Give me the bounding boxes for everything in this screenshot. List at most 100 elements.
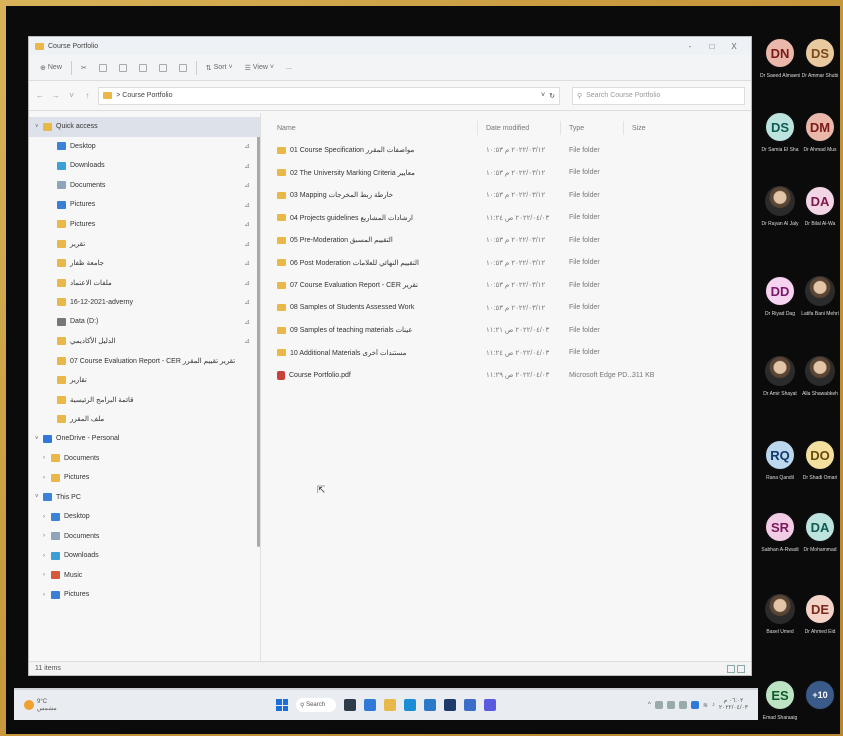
tray-icon[interactable] — [654, 701, 663, 709]
participant-tile[interactable]: DS Dr Ammar Shubi — [800, 38, 840, 79]
nav-item[interactable]: 16-12-2021-adverny ⊿ — [29, 293, 260, 313]
column-type[interactable]: Type — [569, 125, 623, 132]
widgets-icon[interactable] — [364, 699, 376, 711]
tray-icon[interactable] — [666, 701, 675, 709]
share-button[interactable] — [156, 62, 170, 74]
participant-tile[interactable]: DA Dr Bilal Al-Wa — [800, 186, 840, 227]
start-windows-icon[interactable] — [276, 699, 288, 711]
forward-arrow-icon[interactable]: → — [51, 91, 61, 100]
participant-tile[interactable]: SR Sabhan A-Rwadi — [760, 512, 800, 553]
nav-quick-access[interactable]: ˅ Quick access — [29, 117, 260, 137]
participant-tile[interactable]: DA Dr Mohammad — [800, 512, 840, 553]
column-date[interactable]: Date modified — [486, 125, 560, 132]
outlook-icon[interactable] — [464, 699, 476, 711]
taskbar-search[interactable]: ⚲ Search — [296, 698, 336, 712]
file-row[interactable]: 05 Pre-Moderation التقييم المسبق ٢٠٢٢/٠٣/… — [277, 229, 751, 252]
teams-icon[interactable] — [484, 699, 496, 711]
search-box[interactable]: ⚲ Search Course Portfolio — [571, 86, 745, 105]
file-row[interactable]: 03 Mapping خارطة ربط المخرجات ٢٠٢٢/٠٣/١٢ … — [277, 184, 751, 207]
close-button[interactable]: X — [723, 42, 745, 51]
participant-tile[interactable]: DD Dr Riyad Dag — [760, 276, 800, 317]
participant-tile[interactable]: Basel Umed — [760, 594, 800, 635]
weather-widget[interactable]: 9°C مشمس — [24, 699, 276, 712]
nav-item[interactable]: › Desktop — [29, 507, 260, 527]
copy-button[interactable] — [96, 62, 110, 74]
participant-tile[interactable]: Dr Amir Shayat — [760, 356, 800, 397]
delete-button[interactable] — [176, 62, 190, 74]
clock-time[interactable]: ٠٦:٠٢ م — [723, 698, 743, 704]
chevron-down-icon[interactable]: ˅ — [541, 92, 545, 99]
nav-item[interactable]: تقرير ⊿ — [29, 234, 260, 254]
participant-tile[interactable]: +10 — [800, 680, 840, 715]
minimize-button[interactable]: - — [679, 42, 701, 51]
participant-tile[interactable]: DM Dr Ahmad Mus — [800, 112, 840, 153]
participant-tile[interactable]: Dr Rayan Al Jaly — [760, 186, 800, 227]
file-row[interactable]: 08 Samples of Students Assessed Work ٢٠٢٢… — [277, 297, 751, 320]
tiles-view-icon[interactable] — [737, 664, 745, 673]
sort-button[interactable]: ⇅ Sort ˅ — [203, 62, 236, 74]
task-view-icon[interactable] — [344, 699, 356, 711]
nav-item[interactable]: › Music — [29, 566, 260, 586]
nav-onedrive[interactable]: ˅ OneDrive - Personal — [29, 429, 260, 449]
nav-item[interactable]: ملف المقرر — [29, 410, 260, 430]
file-row[interactable]: 02 The University Marking Criteria معايي… — [277, 162, 751, 185]
wifi-icon[interactable]: ≋ — [703, 702, 708, 709]
view-button[interactable]: ☰ View ˅ — [242, 62, 277, 74]
address-bar[interactable]: > Course Portfolio ˅ ↻ — [98, 86, 560, 105]
nav-item[interactable]: تقارير — [29, 371, 260, 391]
store-icon[interactable] — [444, 699, 456, 711]
nav-item[interactable]: › Documents — [29, 449, 260, 469]
file-row[interactable]: 01 Course Specification مواصفات المقرر ٢٠… — [277, 139, 751, 162]
nav-item[interactable]: جامعة ظفار ⊿ — [29, 254, 260, 274]
nav-item[interactable]: Documents ⊿ — [29, 176, 260, 196]
nav-item[interactable]: Downloads ⊿ — [29, 156, 260, 176]
cut-button[interactable]: ✂ — [78, 62, 90, 74]
refresh-icon[interactable]: ↻ — [549, 92, 555, 100]
nav-item[interactable]: ملفات الاعتماد ⊿ — [29, 273, 260, 293]
file-row[interactable]: 09 Samples of teaching materials عينات ٢٠… — [277, 319, 751, 342]
chevron-down-icon[interactable]: ˅ — [67, 91, 77, 100]
participant-tile[interactable]: DN Dr Saeed Almaeni — [760, 38, 800, 79]
details-view-icon[interactable] — [727, 664, 735, 673]
file-row[interactable]: 07 Course Evaluation Report - CER تقرير ٢… — [277, 274, 751, 297]
participant-tile[interactable]: DS Dr Samia El Sha — [760, 112, 800, 153]
tray-icon[interactable] — [678, 701, 687, 709]
more-button[interactable]: ... — [283, 62, 295, 73]
nav-item[interactable]: قائمة البرامج الرئيسية — [29, 390, 260, 410]
view-toggle[interactable] — [727, 664, 745, 673]
rename-button[interactable] — [136, 62, 150, 74]
nav-item[interactable]: Pictures ⊿ — [29, 215, 260, 235]
file-row[interactable]: 06 Post Moderation التقييم النهائي للعلا… — [277, 252, 751, 275]
navigation-pane[interactable]: ˅ Quick access Desktop ⊿ Downloads ⊿ Documents… — [29, 113, 261, 661]
up-arrow-icon[interactable]: ↑ — [82, 91, 92, 100]
file-row[interactable]: 04 Projects guidelines ارشادات المشاريع ٢… — [277, 207, 751, 230]
participant-tile[interactable]: DO Dr Shadi Omari — [800, 440, 840, 481]
file-row[interactable]: 10 Additional Materials مستندات أخرى ٢٠٢٢… — [277, 342, 751, 365]
participant-tile[interactable]: Latifa Bani Mehri — [800, 276, 840, 317]
edge-icon[interactable] — [404, 699, 416, 711]
onedrive-icon[interactable] — [690, 701, 699, 709]
participant-tile[interactable]: DE Dr Ahmed Eid — [800, 594, 840, 635]
nav-item[interactable]: › Pictures — [29, 468, 260, 488]
nav-item[interactable]: Desktop ⊿ — [29, 137, 260, 157]
chevron-up-icon[interactable]: ^ — [648, 702, 651, 708]
file-explorer-icon[interactable] — [384, 699, 396, 711]
nav-item[interactable]: الدليل الأكاديمي ⊿ — [29, 332, 260, 352]
nav-item[interactable]: Pictures ⊿ — [29, 195, 260, 215]
nav-this-pc[interactable]: ˅ This PC — [29, 488, 260, 508]
column-size[interactable]: Size — [632, 125, 672, 132]
paste-button[interactable] — [116, 62, 130, 74]
column-name[interactable]: Name — [277, 125, 477, 132]
file-row[interactable]: Course Portfolio.pdf ٢٠٢٢/٠٤/٠٣ ص ١١:٢٩ Mi… — [277, 364, 751, 387]
nav-item[interactable]: › Downloads — [29, 546, 260, 566]
back-arrow-icon[interactable]: ← — [35, 91, 45, 100]
nav-item[interactable]: Data (D:) ⊿ — [29, 312, 260, 332]
participant-tile[interactable]: Alla Shawabkeh — [800, 356, 840, 397]
nav-item[interactable]: › Pictures — [29, 585, 260, 605]
clock-date[interactable]: ٢٠٢٢/٠٤/٠٣ — [719, 705, 748, 711]
volume-icon[interactable]: ♪ — [712, 702, 715, 708]
participant-tile[interactable]: RQ Rana Qandil — [760, 440, 800, 481]
nav-item[interactable]: › Documents — [29, 527, 260, 547]
chrome-icon[interactable] — [424, 699, 436, 711]
new-button[interactable]: ⊕ New — [37, 62, 65, 74]
